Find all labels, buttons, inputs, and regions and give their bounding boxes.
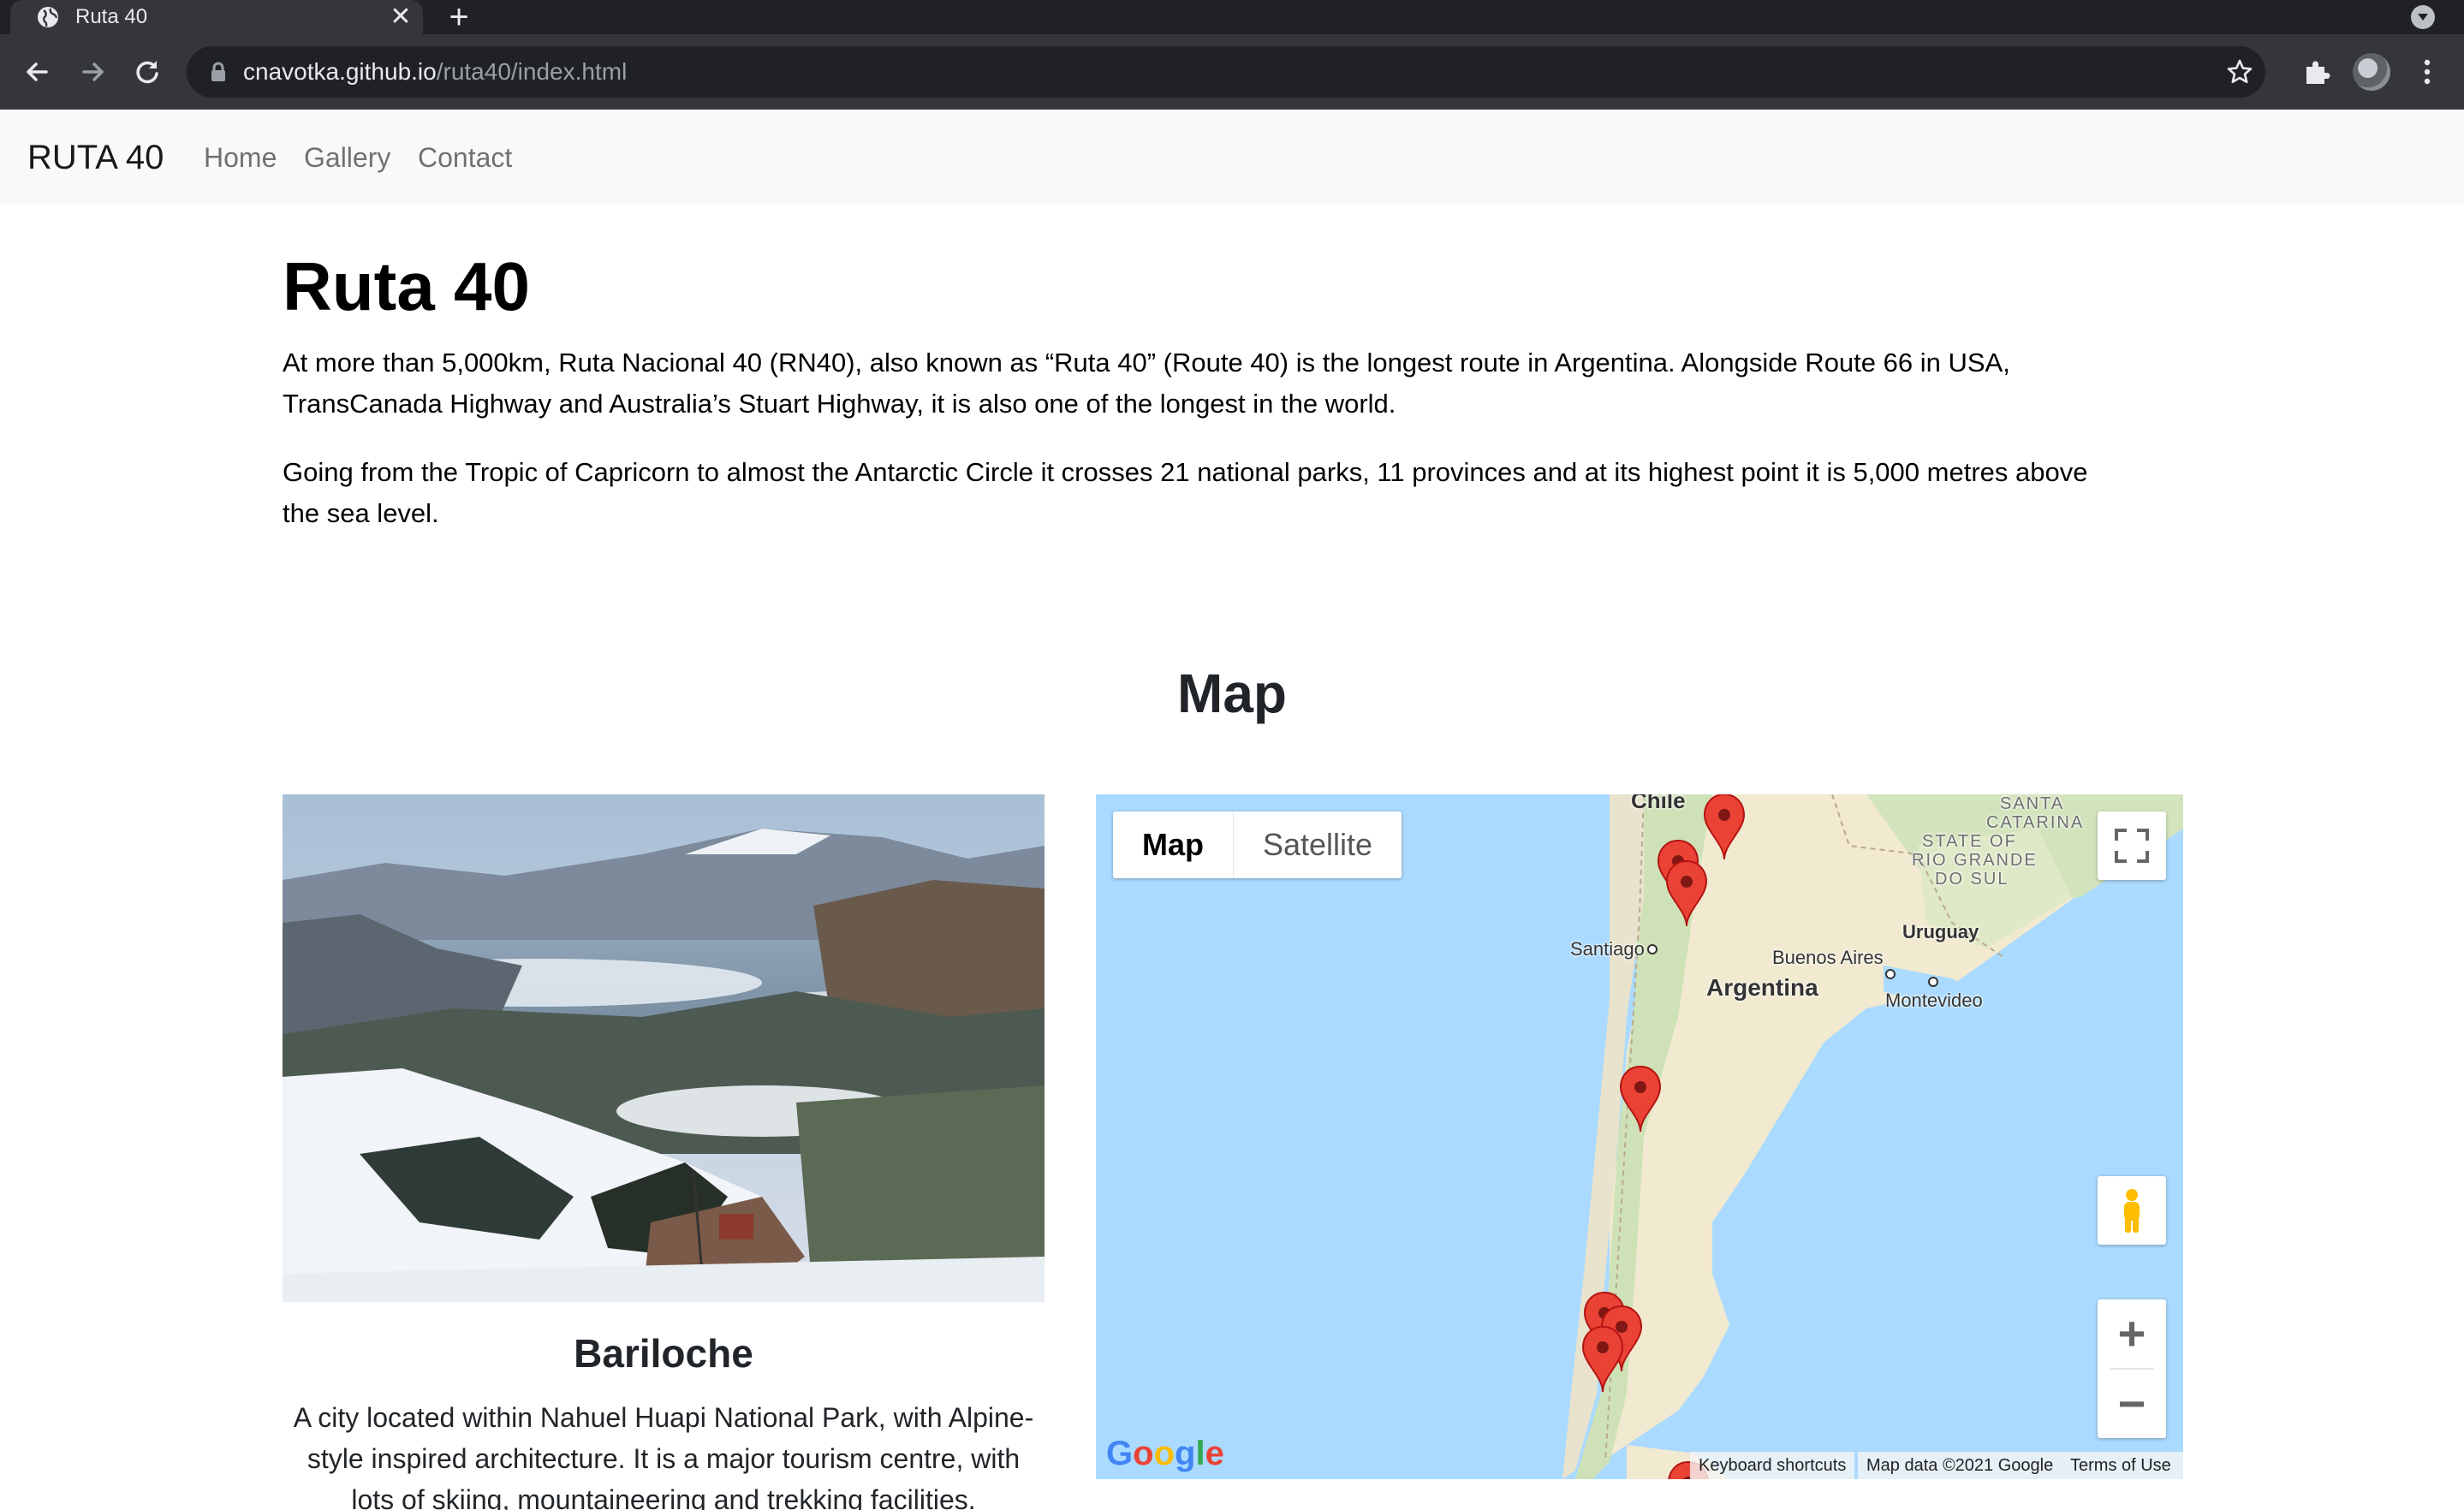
map-label-rio-grande-3: DO SUL bbox=[1935, 870, 2009, 889]
forward-icon[interactable] bbox=[74, 53, 111, 91]
map-label-chile: Chile bbox=[1631, 794, 1686, 813]
map-data-attribution: Map data ©2021 Google bbox=[1858, 1452, 2062, 1479]
nav-link-gallery[interactable]: Gallery bbox=[304, 142, 390, 173]
intro-paragraph-1-line-2: TransCanada Highway and Australia’s Stua… bbox=[283, 389, 1396, 419]
card-text-line-2: style inspired architecture. It is a maj… bbox=[307, 1443, 1021, 1474]
nav-link-home[interactable]: Home bbox=[204, 142, 277, 173]
tab-close-icon[interactable]: ✕ bbox=[387, 3, 414, 31]
card-text-line-3: lots of skiing, mountaineering and trekk… bbox=[351, 1484, 976, 1510]
map-land bbox=[1562, 794, 2183, 1479]
fullscreen-icon bbox=[2115, 829, 2149, 863]
map-label-santa-catarina-2: CATARINA bbox=[1986, 813, 2085, 832]
map-type-map-button[interactable]: Map bbox=[1113, 811, 1233, 878]
address-bar[interactable]: cnavotka.github.io/ruta40/index.html bbox=[187, 46, 2265, 98]
bookmark-star-icon[interactable] bbox=[2226, 58, 2253, 86]
santiago-marker-dot bbox=[1647, 944, 1658, 954]
tab-search-icon[interactable] bbox=[2411, 5, 2435, 29]
back-icon[interactable] bbox=[19, 53, 57, 91]
extensions-icon[interactable] bbox=[2301, 56, 2332, 87]
map-label-santiago: Santiago bbox=[1570, 938, 1645, 960]
browser-toolbar: cnavotka.github.io/ruta40/index.html bbox=[0, 34, 2464, 110]
nav-link-contact[interactable]: Contact bbox=[418, 142, 512, 173]
buenos-aires-marker-dot bbox=[1885, 969, 1896, 979]
route-marker[interactable] bbox=[1664, 859, 1709, 928]
new-tab-button[interactable]: + bbox=[443, 0, 474, 34]
google-logo[interactable]: Google bbox=[1106, 1435, 1224, 1473]
browser-tabstrip: Ruta 40 ✕ + bbox=[0, 0, 2464, 34]
reload-icon[interactable] bbox=[128, 53, 166, 91]
map-label-rio-grande-2: RIO GRANDE bbox=[1912, 851, 2038, 870]
browser-menu-icon[interactable] bbox=[2414, 53, 2440, 91]
url-text[interactable]: cnavotka.github.io/ruta40/index.html bbox=[243, 58, 627, 86]
intro-paragraph-2-line-1: Going from the Tropic of Capricorn to al… bbox=[283, 457, 2088, 487]
map-label-rio-grande-1: STATE OF bbox=[1922, 832, 2017, 851]
google-map[interactable]: Chile SANTA CATARINA STATE OF RIO GRANDE… bbox=[1096, 794, 2183, 1479]
route-marker[interactable] bbox=[1618, 1065, 1663, 1133]
map-label-uruguay: Uruguay bbox=[1902, 921, 1979, 942]
fullscreen-button[interactable] bbox=[2098, 811, 2166, 880]
url-path: /ruta40/index.html bbox=[436, 58, 628, 85]
url-host: cnavotka.github.io bbox=[243, 58, 437, 85]
lock-icon[interactable] bbox=[209, 62, 228, 82]
route-marker[interactable] bbox=[1702, 794, 1747, 861]
map-label-montevideo: Montevideo bbox=[1885, 990, 1983, 1011]
globe-icon bbox=[38, 7, 58, 27]
card-text-line-1: A city located within Nahuel Huapi Natio… bbox=[293, 1402, 1034, 1433]
zoom-control: + − bbox=[2098, 1299, 2166, 1438]
terms-of-use-link[interactable]: Terms of Use bbox=[2062, 1452, 2183, 1479]
map-type-satellite-button[interactable]: Satellite bbox=[1233, 811, 1402, 878]
zoom-in-button[interactable]: + bbox=[2098, 1299, 2166, 1368]
bariloche-photo bbox=[283, 794, 1045, 1302]
route-marker[interactable] bbox=[1580, 1325, 1625, 1394]
profile-avatar[interactable] bbox=[2353, 53, 2390, 91]
street-view-button[interactable] bbox=[2098, 1176, 2166, 1245]
zoom-out-button[interactable]: − bbox=[2098, 1370, 2166, 1438]
tab-title: Ruta 40 bbox=[75, 5, 148, 28]
site-navbar: RUTA 40 Home Gallery Contact bbox=[0, 110, 2464, 204]
keyboard-shortcuts-link[interactable]: Keyboard shortcuts bbox=[1690, 1452, 1855, 1479]
pegman-icon bbox=[2124, 1189, 2140, 1233]
map-label-buenos-aires: Buenos Aires bbox=[1772, 947, 1884, 968]
browser-tab[interactable]: Ruta 40 ✕ bbox=[10, 0, 423, 34]
intro-paragraph-2-line-2: the sea level. bbox=[283, 498, 439, 528]
navbar-brand[interactable]: RUTA 40 bbox=[27, 139, 164, 176]
map-type-control: Map Satellite bbox=[1113, 811, 1402, 878]
map-section-title: Map bbox=[1177, 663, 1287, 724]
montevideo-marker-dot bbox=[1928, 977, 1938, 987]
card-title: Bariloche bbox=[574, 1331, 753, 1376]
map-label-argentina: Argentina bbox=[1706, 974, 1818, 1001]
intro-paragraph-1-line-1: At more than 5,000km, Ruta Nacional 40 (… bbox=[283, 348, 2010, 378]
map-label-santa-catarina-1: SANTA bbox=[2000, 794, 2065, 813]
page-title: Ruta 40 bbox=[283, 248, 530, 324]
